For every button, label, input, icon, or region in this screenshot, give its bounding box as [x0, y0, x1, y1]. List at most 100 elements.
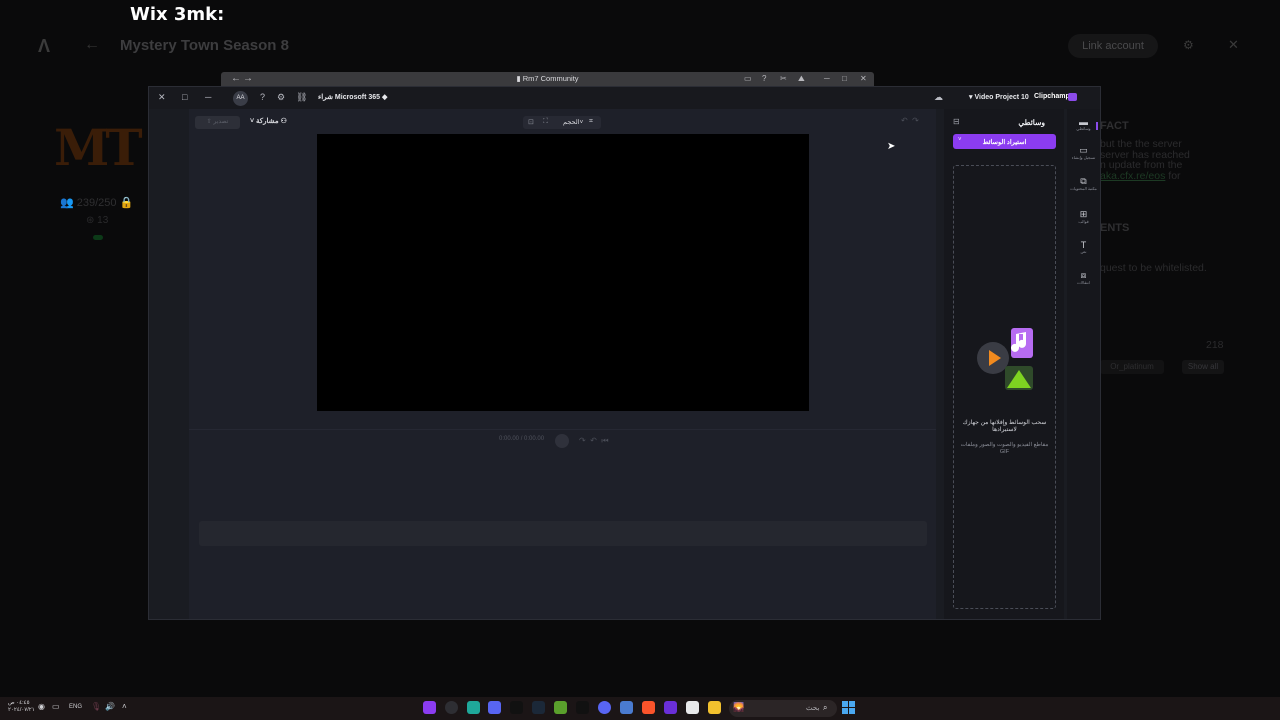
app-taskbar-icon[interactable] [664, 701, 677, 714]
tools-icon[interactable]: ✂ [780, 74, 787, 83]
show-all-button[interactable]: Show all [1182, 360, 1224, 374]
language-indicator[interactable]: ENG [69, 704, 82, 710]
entries-count: 218 [1206, 339, 1224, 351]
windows-logo-icon [842, 708, 848, 714]
extension-icon[interactable]: ⛰ [798, 74, 805, 84]
volume-icon[interactable]: 🔊 [105, 702, 115, 711]
sidebar-nav: ▬ وسائطي ▭ تسجيل وإنشاء ⧉ مكتبة المحتويا… [1067, 109, 1100, 619]
search-icon: ⌕ [823, 703, 828, 712]
cloud-off-icon[interactable]: ☁ [934, 92, 943, 103]
fact-text: but the the server server has reached n … [1100, 139, 1220, 181]
minimize-icon[interactable]: ─ [205, 92, 211, 102]
gear-icon[interactable]: ⚙ [277, 92, 285, 103]
sidebar-item-my-media[interactable]: ▬ وسائطي [1067, 117, 1100, 132]
taskbar-search[interactable]: 🌄 بحث ⌕ [729, 700, 837, 717]
sidebar-item-templates[interactable]: ⊞ قوالب [1067, 209, 1100, 225]
import-media-button[interactable]: ˅ استيراد الوسائط [953, 134, 1056, 149]
brave-taskbar-icon[interactable] [642, 701, 655, 714]
sidebar-item-record-create[interactable]: ▭ تسجيل وإنشاء [1067, 145, 1100, 161]
overlay-caption: Wix 3mk: [130, 4, 225, 25]
clock[interactable]: ٠٤:٤٥ ص ٢٠٢٤/٠٧/٢١ [8, 700, 35, 714]
browser-title-text: Rm7 Community [522, 74, 579, 83]
size-label-text: الحجم [563, 119, 580, 126]
fact-link[interactable]: aka.cfx.re/eos [1100, 170, 1165, 182]
sidebar-item-content-library[interactable]: ⧉ مكتبة المحتويات [1067, 176, 1100, 192]
start-button[interactable] [842, 701, 856, 715]
minimize-icon[interactable]: ─ [824, 74, 830, 83]
wifi-icon[interactable]: ◉ [38, 702, 45, 711]
preview-toolbar: ⊡ ⛶ الحجم˅ ⌗ [523, 116, 601, 129]
maximize-icon[interactable]: □ [182, 92, 187, 102]
display-icon[interactable]: ▭ [52, 702, 60, 711]
undo-icon[interactable]: ↶ [901, 116, 908, 125]
buy-microsoft-365-link[interactable]: شراء Microsoft 365 ◆ [318, 93, 387, 101]
discord-taskbar-icon[interactable] [598, 701, 611, 714]
close-icon[interactable]: ✕ [158, 92, 166, 103]
fit-icon[interactable]: ⊡ [528, 118, 534, 126]
sidebar-item-transitions[interactable]: ⧈ انتقالات [1067, 270, 1100, 286]
timeline-track[interactable] [199, 521, 927, 546]
help-icon[interactable]: ? [260, 92, 265, 102]
sidebar-item-text[interactable]: T نص [1067, 240, 1100, 255]
player-count: 👥 239/250 🔒 [60, 196, 133, 209]
help-icon[interactable]: ? [762, 74, 766, 83]
chatgpt-taskbar-icon[interactable] [445, 701, 458, 714]
buy-label-text: شراء Microsoft 365 [318, 94, 381, 101]
link-icon[interactable]: ⛓ [296, 92, 307, 103]
clock-date: ٢٠٢٤/٠٧/٢١ [8, 707, 35, 713]
media-panel: ⊟ وسائطي ˅ استيراد الوسائط سحب الوسائط و… [944, 109, 1064, 619]
file-explorer-taskbar-icon[interactable] [708, 701, 721, 714]
video-preview[interactable] [317, 134, 809, 411]
chevron-up-icon[interactable]: ˄ [122, 702, 127, 711]
microphone-icon[interactable]: 🎙 [91, 702, 101, 711]
rewind-icon[interactable]: ↶ [590, 436, 597, 445]
cast-icon[interactable]: ▭ [744, 74, 752, 83]
divider [189, 429, 936, 430]
current-time: 0:00.00 [499, 436, 520, 442]
browser-title: ▮ Rm7 Community [221, 74, 874, 83]
steam-taskbar-icon[interactable] [532, 701, 545, 714]
lock-icon: 🔒 [119, 197, 134, 209]
close-icon[interactable]: ✕ [860, 74, 867, 83]
launcher-logo: Λ [38, 36, 51, 56]
media-drop-zone[interactable]: سحب الوسائط وإفلاتها من جهازك لاستيرادها… [953, 165, 1056, 609]
share-button[interactable]: ˅ مشاركة ⚇ [250, 117, 287, 125]
skip-start-icon[interactable]: ⏮ [601, 436, 608, 445]
project-name[interactable]: ▾ Video Project 10 [969, 93, 1029, 101]
collapse-panel-icon[interactable]: ⊟ [953, 117, 960, 126]
app-taskbar-icon[interactable] [488, 701, 501, 714]
editor-area: ⇧ تصدير ˅ مشاركة ⚇ ↶ ↷ ⊡ ⛶ الحجم˅ ⌗ 0:00… [189, 109, 936, 619]
clipchamp-taskbar-icon[interactable] [423, 701, 436, 714]
player-count-value: 239/250 [76, 197, 117, 209]
image-icon[interactable]: ⛶ [543, 118, 548, 126]
search-placeholder: بحث [806, 705, 820, 712]
app-taskbar-icon[interactable] [467, 701, 480, 714]
windows-logo-icon [849, 708, 855, 714]
forward-icon[interactable]: ↷ [579, 436, 586, 445]
fivem-taskbar-icon[interactable] [576, 701, 589, 714]
crop-icon[interactable]: ⌗ [589, 118, 593, 126]
back-arrow-icon[interactable]: ← [84, 36, 100, 54]
clipchamp-window: ✕ □ ─ AA ? ⚙ ⛓ شراء Microsoft 365 ◆ ☁ ▾ … [148, 86, 1101, 620]
avatar[interactable]: AA [233, 91, 248, 106]
redo-icon[interactable]: ↷ [912, 116, 919, 125]
brand-name: Clipchamp [1034, 93, 1070, 100]
play-button[interactable] [555, 434, 569, 448]
sidebar-item-label: انتقالات [1077, 280, 1090, 285]
clock-time: ٠٤:٤٥ ص [8, 700, 30, 706]
sidebar-item-label: مكتبة المحتويات [1070, 186, 1097, 191]
close-icon[interactable]: ✕ [1228, 37, 1239, 53]
link-account-button[interactable]: Link account [1068, 34, 1158, 58]
export-button[interactable]: ⇧ تصدير [195, 116, 240, 129]
calendar-taskbar-icon[interactable] [686, 701, 699, 714]
app-taskbar-icon[interactable] [620, 701, 633, 714]
minecraft-taskbar-icon[interactable] [554, 701, 567, 714]
tiktok-taskbar-icon[interactable] [510, 701, 523, 714]
server-title: Mystery Town Season 8 [120, 37, 289, 54]
aspect-ratio-dropdown[interactable]: الحجم˅ [563, 118, 583, 126]
fact-line: for [1168, 169, 1181, 182]
import-media-label: استيراد الوسائط [982, 139, 1027, 146]
maximize-icon[interactable]: □ [842, 74, 847, 83]
settings-gear-icon[interactable]: ⚙ [1183, 38, 1194, 52]
drop-zone-title: سحب الوسائط وإفلاتها من جهازك لاستيرادها [962, 420, 1047, 433]
